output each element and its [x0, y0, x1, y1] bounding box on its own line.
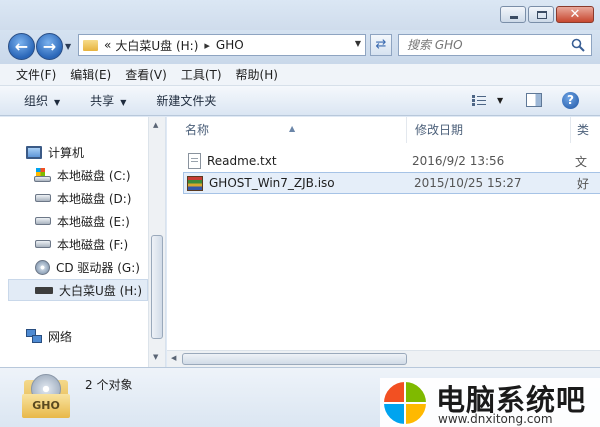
sort-ascending-icon: ▲	[289, 124, 296, 133]
tree-item-drive-e[interactable]: 本地磁盘 (E:)	[35, 210, 130, 232]
scroll-left-icon[interactable]: ◀	[171, 354, 176, 362]
tree-item-label: 本地磁盘 (C:)	[57, 168, 131, 183]
column-header-label: 名称	[185, 123, 210, 137]
navigation-pane: 计算机 本地磁盘 (C:) 本地磁盘 (D:) 本地磁盘 (E:) 本地磁盘 (…	[0, 117, 166, 367]
text-file-icon	[188, 153, 201, 169]
tree-item-label: 本地磁盘 (E:)	[57, 214, 130, 229]
file-type: 文	[575, 154, 588, 169]
system-drive-icon	[34, 168, 51, 182]
file-name: GHOST_Win7_ZJB.iso	[209, 176, 335, 190]
tree-item-drive-g[interactable]: CD 驱动器 (G:)	[35, 256, 140, 278]
close-button[interactable]: ✕	[556, 6, 594, 23]
column-header-name[interactable]: 名称 ▲	[167, 117, 407, 143]
tree-item-drive-f[interactable]: 本地磁盘 (F:)	[35, 233, 128, 255]
new-folder-button[interactable]: 新建文件夹	[156, 92, 216, 109]
file-name: Readme.txt	[207, 154, 277, 168]
recent-pages-dropdown[interactable]: ▼	[65, 42, 71, 51]
view-options-icon[interactable]	[472, 95, 486, 106]
minimize-button[interactable]	[500, 6, 526, 23]
menu-view[interactable]: 查看(V)	[125, 66, 167, 83]
tree-item-drive-d[interactable]: 本地磁盘 (D:)	[35, 187, 131, 209]
share-label: 共享	[90, 94, 115, 108]
search-icon[interactable]	[571, 38, 585, 52]
folder-icon-label: GHO	[22, 394, 70, 418]
network-icon	[26, 329, 42, 343]
close-icon: ✕	[569, 7, 581, 22]
preview-pane-icon[interactable]	[526, 93, 542, 107]
minimize-icon	[510, 16, 518, 19]
search-box[interactable]	[398, 34, 592, 56]
file-modified: 2015/10/25 15:27	[414, 176, 522, 190]
menu-file[interactable]: 文件(F)	[16, 66, 56, 83]
scrollbar-thumb[interactable]	[182, 353, 407, 365]
table-row[interactable]: GHOST_Win7_ZJB.iso 2015/10/25 15:27 好	[183, 172, 600, 194]
organize-button[interactable]: 组织 ▼	[24, 92, 60, 109]
window-controls: ✕	[498, 6, 594, 23]
watermark-url: www.dnxitong.com	[438, 412, 553, 426]
tree-item-computer[interactable]: 计算机	[26, 141, 84, 163]
chevron-down-icon: ▼	[54, 98, 61, 107]
menu-tools[interactable]: 工具(T)	[181, 66, 222, 83]
command-bar: 组织 ▼ 共享 ▼ 新建文件夹 ▼ ?	[0, 86, 600, 116]
refresh-icon: ⇄	[375, 37, 387, 52]
tree-item-label: 网络	[48, 329, 73, 344]
menu-help[interactable]: 帮助(H)	[236, 66, 278, 83]
scroll-down-icon[interactable]: ▼	[153, 353, 158, 361]
breadcrumb-overflow[interactable]: «	[104, 38, 111, 52]
item-count: 2 个对象	[85, 378, 133, 392]
menu-edit[interactable]: 编辑(E)	[70, 66, 111, 83]
maximize-icon	[537, 11, 547, 19]
drive-icon	[35, 240, 51, 248]
table-row[interactable]: Readme.txt 2016/9/2 13:56 文	[183, 150, 600, 172]
tree-item-label: 计算机	[48, 145, 85, 160]
horizontal-scrollbar[interactable]: ◀	[167, 350, 600, 367]
watermark: 电脑系统吧 www.dnxitong.com	[380, 378, 600, 427]
usb-drive-icon	[35, 286, 53, 294]
search-input[interactable]	[407, 38, 567, 52]
breadcrumb-drive[interactable]: 大白菜U盘 (H:)	[115, 37, 198, 54]
folder-icon: GHO	[22, 374, 70, 418]
navigation-bar: ← → ▼ « 大白菜U盘 (H:) ▸ GHO ▼ ⇄	[0, 30, 600, 64]
maximize-button[interactable]	[528, 6, 554, 23]
scroll-up-icon[interactable]: ▲	[153, 121, 158, 129]
address-dropdown-icon[interactable]: ▼	[355, 39, 361, 48]
computer-icon	[26, 145, 42, 159]
cd-drive-icon	[35, 259, 50, 275]
chevron-down-icon: ▼	[120, 98, 127, 107]
file-type: 好	[577, 176, 590, 191]
breadcrumb-separator-icon[interactable]: ▸	[204, 39, 210, 52]
watermark-logo-icon	[382, 380, 428, 426]
column-header-type[interactable]: 类	[571, 117, 600, 143]
tree-item-drive-h[interactable]: 大白菜U盘 (H:)	[8, 279, 148, 301]
forward-button[interactable]: →	[36, 33, 63, 60]
drive-icon	[35, 194, 51, 202]
organize-label: 组织	[24, 94, 49, 108]
back-button[interactable]: ←	[8, 33, 35, 60]
tree-item-label: CD 驱动器 (G:)	[56, 260, 140, 275]
scrollbar-thumb[interactable]	[151, 235, 163, 339]
tree-item-label: 本地磁盘 (D:)	[57, 191, 132, 206]
help-icon[interactable]: ?	[562, 92, 579, 109]
view-dropdown-icon[interactable]: ▼	[497, 96, 503, 105]
address-bar[interactable]: « 大白菜U盘 (H:) ▸ GHO ▼	[78, 34, 366, 56]
navigation-scrollbar[interactable]: ▲ ▼	[148, 117, 165, 367]
menu-bar: 文件(F) 编辑(E) 查看(V) 工具(T) 帮助(H)	[0, 64, 600, 86]
share-button[interactable]: 共享 ▼	[90, 92, 126, 109]
breadcrumb-folder[interactable]: GHO	[216, 38, 244, 52]
folder-icon	[83, 39, 98, 51]
column-header-modified[interactable]: 修改日期	[407, 117, 571, 143]
tree-item-label: 本地磁盘 (F:)	[57, 237, 129, 252]
tree-item-network[interactable]: 网络	[26, 325, 72, 347]
refresh-button[interactable]: ⇄	[370, 34, 392, 56]
file-modified: 2016/9/2 13:56	[412, 154, 505, 168]
tree-item-drive-c[interactable]: 本地磁盘 (C:)	[34, 164, 131, 186]
drive-icon	[35, 217, 51, 225]
title-bar: ✕	[0, 0, 600, 30]
iso-file-icon	[187, 175, 203, 191]
tree-item-label: 大白菜U盘 (H:)	[59, 283, 143, 298]
file-list: 名称 ▲ 修改日期 类 Readme.txt 2016/9/2 13:56 文 …	[167, 117, 600, 367]
